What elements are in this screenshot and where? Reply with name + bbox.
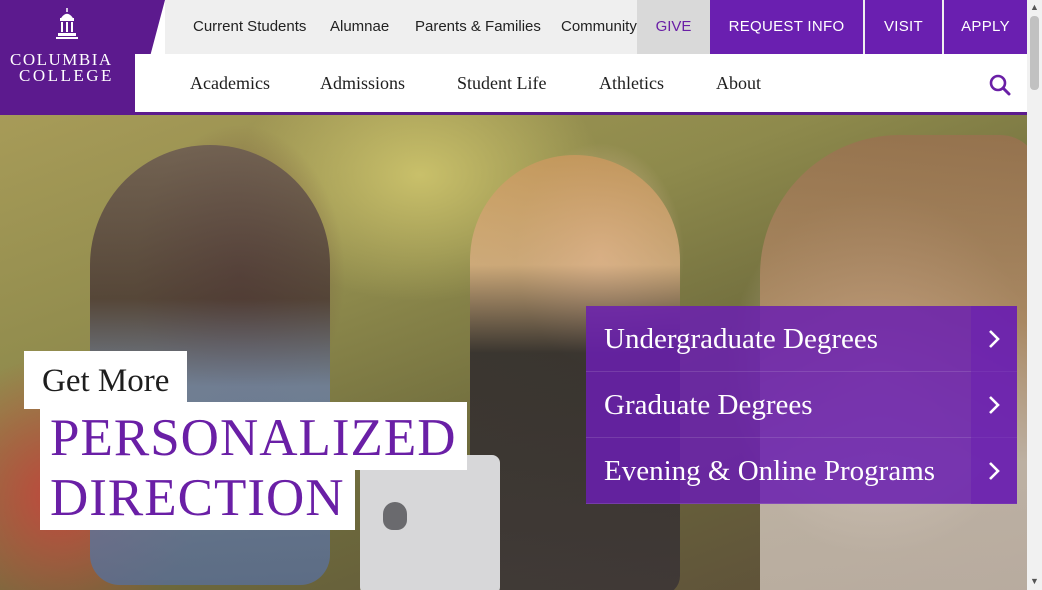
utility-nav: Current Students Alumnae Parents & Famil… [165, 0, 1027, 54]
search-icon[interactable] [989, 74, 1011, 96]
hero-photo-laptop [360, 455, 500, 590]
cupola-icon [56, 8, 78, 39]
util-link-parents-families[interactable]: Parents & Families [415, 0, 541, 54]
degree-links-panel: Undergraduate Degrees Graduate Degrees E… [586, 306, 1017, 504]
scroll-thumb[interactable] [1030, 16, 1039, 90]
request-info-button[interactable]: REQUEST INFO [710, 0, 863, 54]
chevron-right-icon [971, 372, 1017, 438]
nav-athletics[interactable]: Athletics [599, 54, 664, 112]
util-link-current-students[interactable]: Current Students [193, 0, 306, 54]
degree-link-graduate[interactable]: Graduate Degrees [586, 372, 1017, 438]
util-link-community[interactable]: Community [561, 0, 637, 54]
chevron-right-icon [971, 306, 1017, 372]
visit-button[interactable]: VISIT [865, 0, 942, 54]
page-scrollbar[interactable]: ▲ ▼ [1027, 0, 1042, 590]
chevron-right-icon [971, 438, 1017, 504]
apply-button[interactable]: APPLY [944, 0, 1027, 54]
degree-label: Undergraduate Degrees [604, 323, 879, 355]
nav-about[interactable]: About [716, 54, 761, 112]
main-nav: Academics Admissions Student Life Athlet… [135, 54, 1027, 112]
degree-link-evening-online[interactable]: Evening & Online Programs [586, 438, 1017, 504]
hero-headline-line2: DIRECTION [40, 470, 355, 530]
hero-headline-line1: PERSONALIZED [40, 402, 467, 470]
util-link-alumnae[interactable]: Alumnae [330, 0, 389, 54]
laptop-logo-icon [383, 502, 407, 530]
nav-student-life[interactable]: Student Life [457, 54, 546, 112]
scroll-down-arrow-icon[interactable]: ▼ [1030, 576, 1039, 586]
nav-academics[interactable]: Academics [190, 54, 270, 112]
degree-label: Graduate Degrees [604, 389, 813, 421]
logo-text-line2: COLLEGE [19, 66, 114, 85]
hero-image: Get More PERSONALIZED DIRECTION Undergra… [0, 115, 1027, 590]
give-link[interactable]: GIVE [637, 0, 710, 54]
scroll-up-arrow-icon[interactable]: ▲ [1030, 2, 1039, 12]
nav-admissions[interactable]: Admissions [320, 54, 405, 112]
degree-link-undergraduate[interactable]: Undergraduate Degrees [586, 306, 1017, 372]
hero-headline-small: Get More [24, 351, 188, 409]
degree-label: Evening & Online Programs [604, 455, 936, 487]
